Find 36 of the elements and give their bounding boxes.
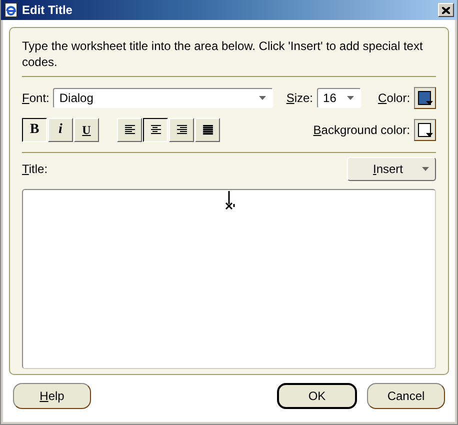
align-left-button[interactable]	[117, 118, 142, 142]
caret-icon	[426, 101, 434, 105]
field-label: Size:	[286, 91, 314, 105]
align-icon	[202, 125, 214, 135]
insert-dropdown[interactable]: Insert	[347, 157, 436, 181]
close-button[interactable]	[438, 3, 454, 17]
align-right-button[interactable]	[169, 118, 194, 142]
italic-button[interactable]: i	[48, 118, 73, 142]
underline-button[interactable]: U	[74, 118, 99, 142]
app-icon	[3, 2, 19, 18]
field-label: Font:	[22, 91, 50, 105]
caret-icon	[422, 167, 429, 171]
instructions-text: Type the worksheet title into the area below. Click 'Insert' to add special text codes.	[22, 38, 424, 70]
caret-icon	[347, 96, 354, 100]
caret-icon	[259, 96, 266, 100]
size-dropdown[interactable]: 16	[317, 88, 362, 108]
align-icon	[176, 125, 188, 135]
window-title: Edit Title	[22, 3, 74, 17]
background-color-button[interactable]	[414, 119, 436, 141]
align-icon	[150, 125, 162, 135]
field-label: Title:	[22, 162, 48, 176]
help-button[interactable]: Help	[13, 383, 91, 409]
font-dropdown[interactable]: Dialog	[53, 88, 274, 108]
field-label: Background color:	[313, 123, 410, 137]
cancel-button[interactable]: Cancel	[367, 383, 445, 409]
align-icon	[124, 125, 136, 135]
ok-button[interactable]: OK	[277, 383, 357, 409]
color-button[interactable]	[414, 87, 436, 109]
bold-button[interactable]: B	[22, 118, 47, 142]
justify-button[interactable]	[195, 118, 220, 142]
mouse-cursor-icon	[225, 191, 236, 211]
field-label: Color:	[378, 91, 410, 105]
caret-icon	[426, 133, 433, 137]
title-input[interactable]	[22, 189, 436, 369]
close-icon	[442, 6, 450, 14]
align-center-button[interactable]	[143, 118, 168, 142]
